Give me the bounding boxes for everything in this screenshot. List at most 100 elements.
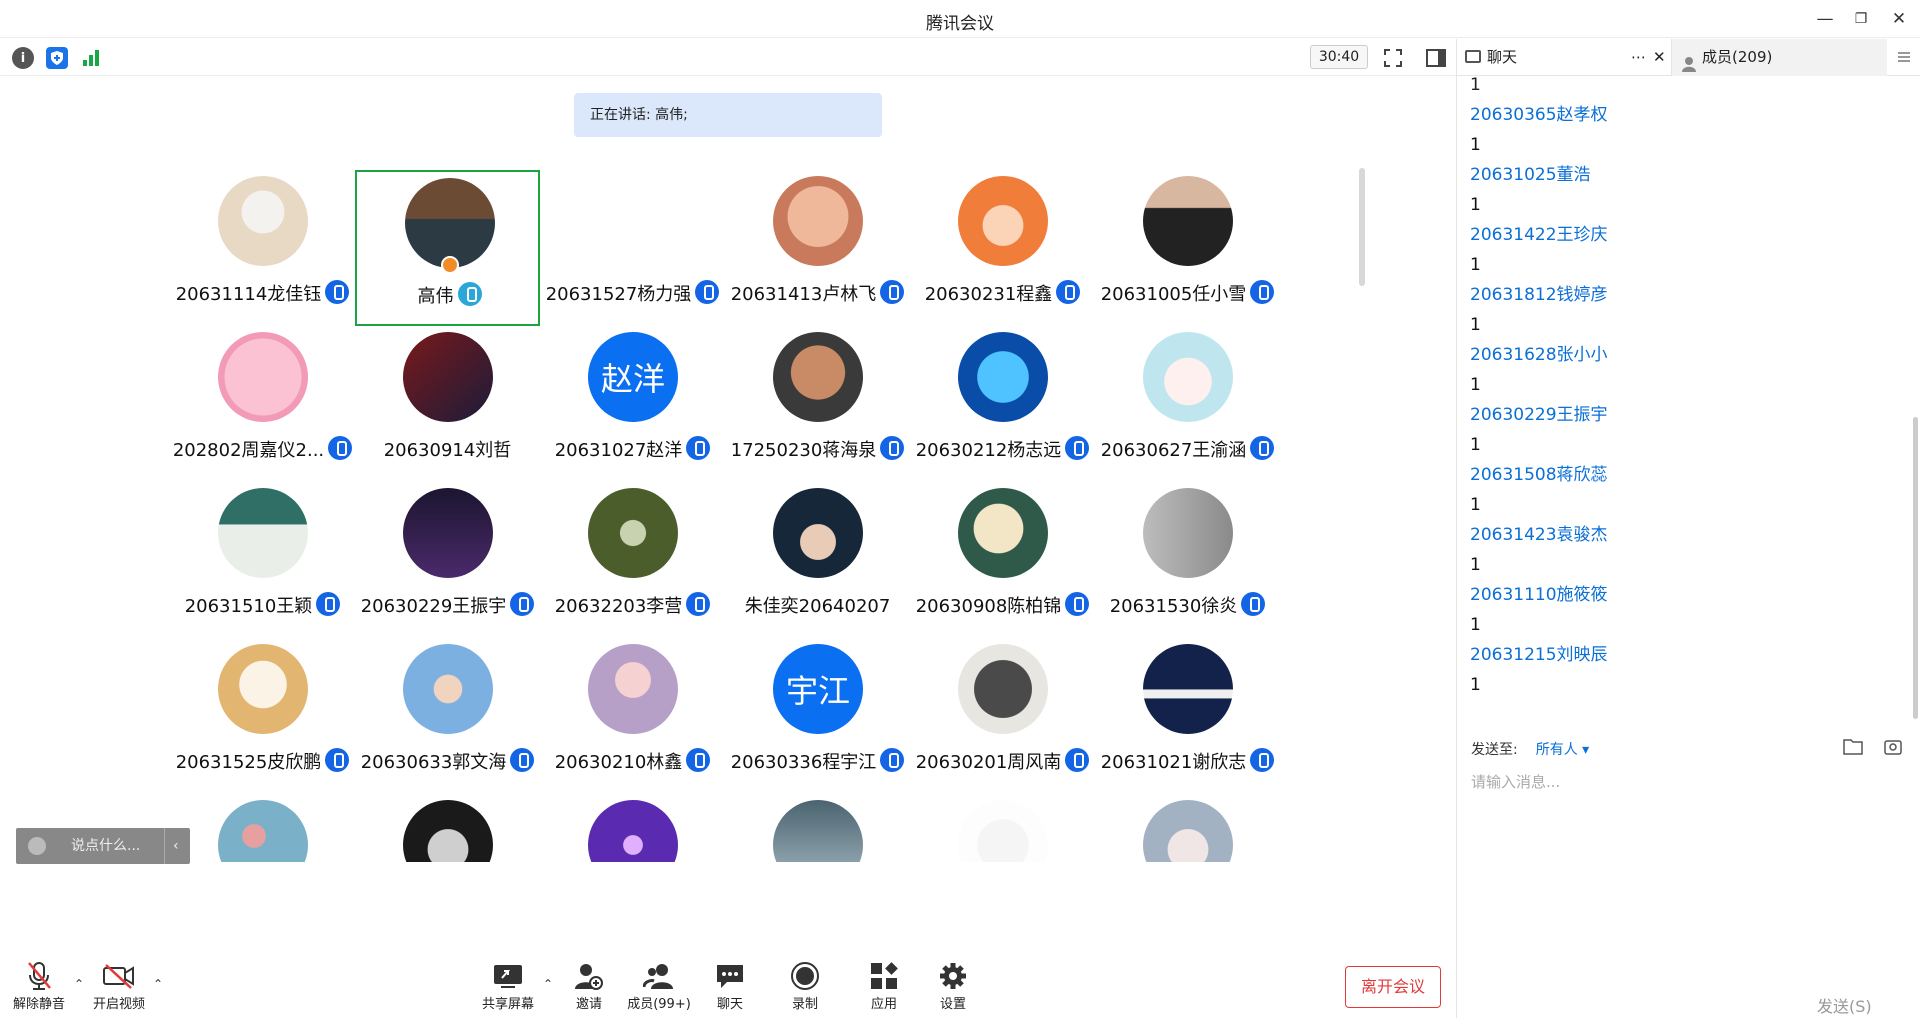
send-button[interactable]: 发送(S): [1817, 993, 1872, 1017]
sender-name[interactable]: 20631215刘映辰: [1470, 640, 1911, 670]
participant-tile[interactable]: 赵洋 20631027赵洋: [540, 326, 725, 482]
participant-tile[interactable]: 20631527杨力强: [540, 170, 725, 326]
chat-message: 20630365赵孝权 1: [1457, 100, 1911, 160]
participant-tile[interactable]: 20631413卢林飞: [725, 170, 910, 326]
participant-tile[interactable]: 20630633郭文海: [355, 638, 540, 794]
chat-icon: [697, 961, 763, 991]
mic-icon: [1065, 748, 1090, 772]
shield-icon[interactable]: [46, 47, 68, 69]
participant-tile[interactable]: 20630229王振宇: [355, 482, 540, 638]
participant-tile[interactable]: 宇江 20630336程宇江: [725, 638, 910, 794]
participant-grid: 20631114龙佳钰 高伟 20631527杨力强 20631413卢林飞 20630…: [0, 158, 1360, 862]
apps-button[interactable]: 应用: [851, 961, 917, 1012]
close-icon[interactable]: ✕: [1888, 8, 1910, 30]
share-options-icon[interactable]: ⌃: [543, 977, 553, 991]
sender-name[interactable]: 20630229王振宇: [1470, 400, 1911, 430]
unmute-button[interactable]: 解除静音: [6, 961, 72, 1012]
participant-tile[interactable]: 20630212杨志远: [910, 326, 1095, 482]
members-label: 成员(99+): [627, 997, 691, 1012]
avatar: [218, 176, 308, 266]
participant-tile[interactable]: [540, 794, 725, 862]
start-video-button[interactable]: 开启视频: [86, 961, 152, 1012]
emoji-icon[interactable]: [28, 837, 46, 855]
chat-messages: 1 20630365赵孝权 1 20631025董浩 1 20631422王珍庆 1 206…: [1457, 77, 1911, 767]
tab-chat[interactable]: 聊天 ⋯ ✕: [1457, 39, 1671, 76]
participant-tile[interactable]: 20631510王颖: [170, 482, 355, 638]
message-text: 1: [1470, 555, 1481, 575]
grid-scrollbar[interactable]: [1359, 168, 1365, 286]
mic-icon: [1250, 748, 1275, 772]
participant-tile[interactable]: 202802周嘉仪2...: [170, 326, 355, 482]
send-to-row: 发送至: 所有人 ▾: [1471, 739, 1589, 759]
audio-options-icon[interactable]: ⌃: [74, 977, 84, 991]
participant-tile[interactable]: [910, 794, 1095, 862]
mic-icon: [686, 436, 711, 460]
sidebar-toggle-icon[interactable]: [1425, 47, 1447, 69]
video-options-icon[interactable]: ⌃: [153, 977, 163, 991]
participant-tile[interactable]: 20631021谢欣志: [1095, 638, 1280, 794]
chat-scrollbar[interactable]: [1913, 417, 1918, 719]
leave-meeting-button[interactable]: 离开会议: [1345, 966, 1441, 1008]
record-button[interactable]: 录制: [772, 961, 838, 1012]
say-something-bar[interactable]: 说点什么... ‹: [16, 828, 190, 864]
participant-tile[interactable]: 20630627王渝涵: [1095, 326, 1280, 482]
speaking-indicator: 正在讲话: 高伟;: [574, 93, 882, 137]
send-to-select[interactable]: 所有人 ▾: [1536, 742, 1589, 758]
participant-tile[interactable]: [1095, 794, 1280, 862]
minimize-icon[interactable]: —: [1814, 8, 1836, 30]
participant-tile[interactable]: 20631530徐炎: [1095, 482, 1280, 638]
message-text: 1: [1470, 135, 1481, 155]
members-button[interactable]: 成员(99+): [626, 961, 692, 1012]
participant-tile[interactable]: 20631525皮欣鹏: [170, 638, 355, 794]
participant-name-text: 20631027赵洋: [554, 440, 683, 461]
chat-button[interactable]: 聊天: [697, 961, 763, 1012]
avatar: [1143, 644, 1233, 734]
collapse-icon[interactable]: ‹: [164, 828, 179, 864]
sender-name[interactable]: 20630365赵孝权: [1470, 100, 1911, 130]
avatar: [403, 488, 493, 578]
participant-tile[interactable]: 20630231程鑫: [910, 170, 1095, 326]
settings-button[interactable]: 设置: [920, 961, 986, 1012]
screenshot-icon[interactable]: [1883, 736, 1903, 756]
share-screen-button[interactable]: 共享屏幕: [475, 961, 541, 1012]
avatar: [403, 332, 493, 422]
send-to-value: 所有人: [1535, 742, 1578, 758]
restore-icon[interactable]: ❐: [1850, 8, 1872, 30]
participant-tile[interactable]: [355, 794, 540, 862]
sender-name[interactable]: 20631423袁骏杰: [1470, 520, 1911, 550]
info-icon[interactable]: i: [12, 47, 34, 69]
file-icon[interactable]: [1843, 737, 1863, 755]
apps-label: 应用: [870, 997, 897, 1012]
signal-icon[interactable]: [80, 47, 102, 69]
mic-icon: [1250, 436, 1275, 460]
close-chat-icon[interactable]: ✕: [1653, 39, 1666, 76]
participant-tile[interactable]: [170, 794, 355, 862]
mic-icon: [1065, 436, 1090, 460]
participant-name-text: 20631021谢欣志: [1100, 752, 1247, 773]
invite-button[interactable]: 邀请: [556, 961, 622, 1012]
participant-tile[interactable]: 20630908陈柏锦: [910, 482, 1095, 638]
menu-icon[interactable]: [1897, 49, 1911, 63]
sender-name[interactable]: 20631508蒋欣蕊: [1470, 460, 1911, 490]
tab-members[interactable]: 成员(209): [1671, 39, 1887, 76]
participant-tile[interactable]: 17250230蒋海泉: [725, 326, 910, 482]
mic-icon: [328, 436, 353, 460]
participant-tile[interactable]: 20630210林鑫: [540, 638, 725, 794]
participant-name-text: 20631530徐炎: [1109, 596, 1238, 617]
more-icon[interactable]: ⋯: [1631, 39, 1646, 76]
participant-tile[interactable]: 20630201周风南: [910, 638, 1095, 794]
message-input[interactable]: 请输入消息...: [1471, 771, 1560, 792]
sender-name[interactable]: 20631812钱婷彦: [1470, 280, 1911, 310]
participant-tile[interactable]: 朱佳奕20640207: [725, 482, 910, 638]
sender-name[interactable]: 20631110施筱筱: [1470, 580, 1911, 610]
participant-tile[interactable]: 20630914刘哲: [355, 326, 540, 482]
participant-tile[interactable]: [725, 794, 910, 862]
sender-name[interactable]: 20631025董浩: [1470, 160, 1911, 190]
fullscreen-icon[interactable]: [1382, 47, 1404, 69]
participant-tile[interactable]: 高伟: [355, 170, 540, 326]
participant-tile[interactable]: 20631005任小雪: [1095, 170, 1280, 326]
participant-tile[interactable]: 20632203李营: [540, 482, 725, 638]
sender-name[interactable]: 20631422王珍庆: [1470, 220, 1911, 250]
sender-name[interactable]: 20631628张小小: [1470, 340, 1911, 370]
participant-tile[interactable]: 20631114龙佳钰: [170, 170, 355, 326]
